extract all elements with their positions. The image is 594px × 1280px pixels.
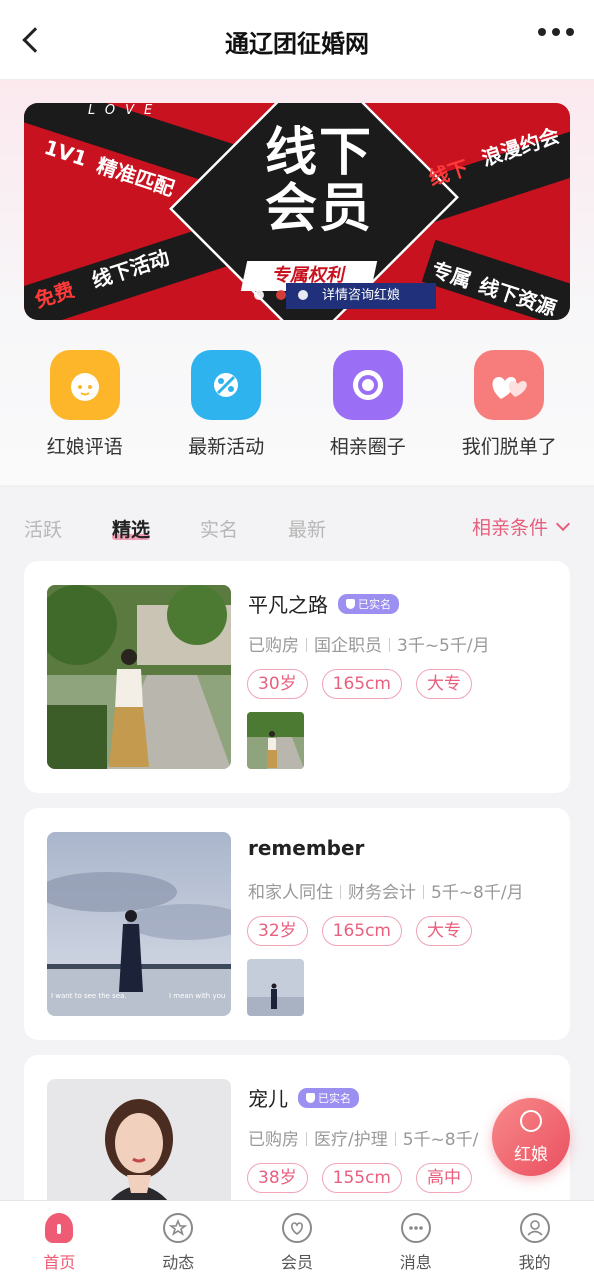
quick-entry-success-stories[interactable]: 我们脱单了 (441, 350, 577, 459)
profile-card[interactable]: I want to see the sea. I mean with you r… (24, 808, 570, 1040)
hearts-icon (474, 350, 545, 420)
message-icon (400, 1213, 431, 1243)
matchmaker-label: 红娘 (514, 1145, 548, 1165)
quick-entry-label: 我们脱单了 (461, 436, 557, 458)
height-tag: 155cm (321, 1163, 402, 1193)
page-title: 通辽团征婚网 (225, 30, 369, 58)
tab-featured[interactable]: 精选 (112, 515, 151, 542)
profile-name: remember (248, 836, 365, 860)
banner-consult: 详情咨询红娘 (286, 283, 436, 309)
profile-thumbnail[interactable] (247, 712, 304, 769)
banner-love-text: LOVE (88, 103, 163, 118)
matchmaker-icon (49, 350, 120, 420)
tab-verified[interactable]: 实名 (200, 515, 238, 542)
quick-entry-label: 最新活动 (188, 436, 265, 458)
quick-entry-row: 红娘评语 最新活动 相亲圈子 我们脱单了 (0, 350, 594, 459)
shield-icon (346, 598, 355, 609)
profile-photo[interactable] (47, 585, 231, 769)
circle-icon (332, 350, 403, 420)
banner-main-text: 线下 会员 (264, 123, 373, 239)
tabbar-item-profile[interactable]: 我的 (475, 1201, 594, 1280)
education-tag: 大专 (416, 916, 472, 946)
profile-name-row: 平凡之路 已实名 (248, 589, 399, 618)
pagination-dot[interactable] (276, 290, 286, 300)
age-tag: 38岁 (247, 1163, 308, 1193)
quick-entry-label: 红娘评语 (46, 436, 123, 458)
tabbar-label: 首页 (43, 1253, 76, 1272)
tabbar-label: 会员 (280, 1253, 313, 1272)
promo-banner[interactable]: LOVE 1V1 精准匹配 免费 线下活动 线下 会员 专属权利 详情咨询红娘 线… (24, 103, 570, 320)
matchmaker-float-button[interactable]: 红娘 (492, 1098, 570, 1176)
home-icon (45, 1213, 74, 1243)
profile-tags: 32岁 165cm 大专 (247, 916, 472, 946)
star-icon (163, 1213, 194, 1243)
tabbar-label: 动态 (162, 1253, 195, 1272)
quick-entry-latest-activity[interactable]: 最新活动 (158, 350, 294, 459)
photo-caption-left: I want to see the sea. (51, 992, 127, 1000)
quick-entry-label: 相亲圈子 (329, 436, 406, 458)
verified-badge: 已实名 (338, 593, 399, 614)
height-tag: 165cm (321, 669, 402, 699)
height-tag: 165cm (321, 916, 402, 946)
heart-icon (281, 1213, 312, 1243)
profile-photo[interactable]: I want to see the sea. I mean with you (47, 832, 231, 1016)
activity-icon (191, 350, 262, 420)
dating-criteria-filter[interactable]: 相亲条件 (471, 513, 571, 540)
tabbar-item-moments[interactable]: 动态 (119, 1201, 238, 1280)
more-options-button[interactable] (538, 28, 574, 36)
tabbar-item-members[interactable]: 会员 (238, 1201, 357, 1280)
app-header: 通辽团征婚网 (0, 0, 594, 80)
profile-meta: 已购房 医疗/护理 5千~8千/ (248, 1130, 479, 1150)
profile-tags: 38岁 155cm 高中 (247, 1163, 472, 1193)
tabbar-item-messages[interactable]: 消息 (356, 1201, 475, 1280)
education-tag: 大专 (416, 669, 472, 699)
user-icon (519, 1213, 550, 1243)
filter-tabs: 活跃 精选 实名 最新 相亲条件 (0, 486, 594, 560)
verified-badge: 已实名 (298, 1087, 359, 1108)
pagination-dot[interactable] (298, 290, 308, 300)
profile-card[interactable]: 平凡之路 已实名 已购房 国企职员 3千~5千/月 30岁 165cm 大专 (24, 561, 570, 793)
age-tag: 30岁 (247, 669, 308, 699)
profile-meta: 和家人同住 财务会计 5千~8千/月 (248, 883, 524, 903)
profile-name-row: 宠儿 已实名 (248, 1083, 359, 1112)
chevron-down-icon (555, 516, 571, 531)
tabbar-label: 消息 (399, 1253, 432, 1272)
profile-name-row: remember (248, 836, 364, 860)
profile-meta: 已购房 国企职员 3千~5千/月 (248, 636, 490, 656)
tab-active-users[interactable]: 活跃 (24, 515, 62, 542)
tabbar-label: 我的 (518, 1253, 551, 1272)
pagination-dot[interactable] (254, 290, 264, 300)
age-tag: 32岁 (247, 916, 308, 946)
quick-entry-matchmaker-comments[interactable]: 红娘评语 (17, 350, 153, 459)
photo-caption-right: I mean with you (169, 992, 225, 1000)
shield-icon (306, 1092, 315, 1103)
tabbar-item-home[interactable]: 首页 (0, 1201, 119, 1280)
profile-tags: 30岁 165cm 大专 (247, 669, 472, 699)
profile-name: 平凡之路 (248, 593, 328, 617)
profile-name: 宠儿 (248, 1087, 288, 1111)
quick-entry-dating-circle[interactable]: 相亲圈子 (300, 350, 436, 459)
tab-newest[interactable]: 最新 (288, 515, 326, 542)
bottom-tab-bar: 首页 动态 会员 消息 我的 (0, 1200, 594, 1280)
education-tag: 高中 (416, 1163, 472, 1193)
matchmaker-icon (520, 1110, 542, 1132)
banner-pagination (254, 290, 308, 300)
filter-label: 相亲条件 (471, 517, 548, 539)
profile-thumbnail[interactable] (247, 959, 304, 1016)
